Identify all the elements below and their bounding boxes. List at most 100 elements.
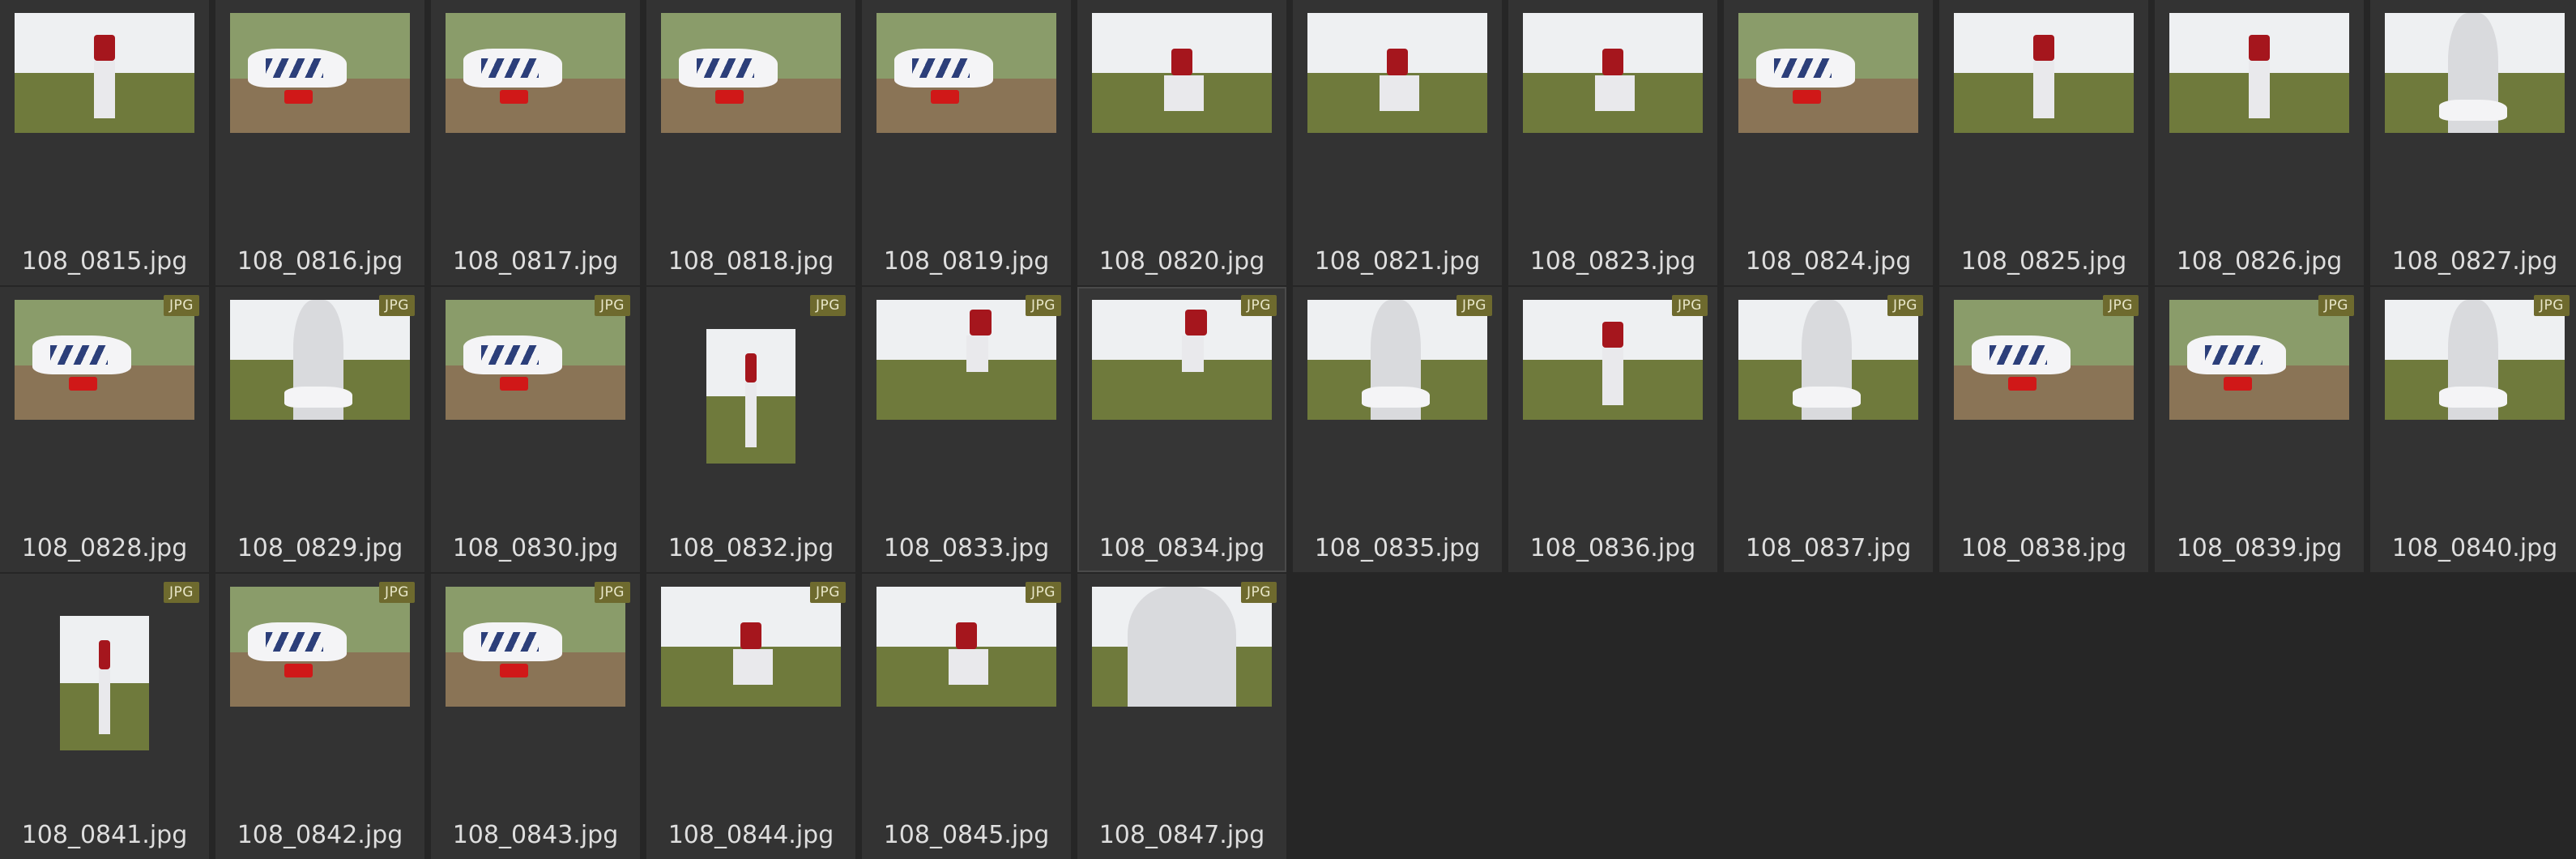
thumbnail-cell[interactable]: JPG 108_0829.jpg xyxy=(215,287,424,572)
thumbnail-cell[interactable]: JPG 108_0837.jpg xyxy=(1724,287,1933,572)
thumbnail-cell[interactable]: 108_0817.jpg xyxy=(431,0,640,285)
toy-car xyxy=(714,89,744,105)
thumbnail-image xyxy=(876,587,1056,707)
thumbnail-cell[interactable]: JPG 108_0842.jpg xyxy=(215,574,424,859)
file-type-badge: JPG xyxy=(1026,295,1061,316)
person-shirt xyxy=(93,34,116,62)
file-name-label: 108_0844.jpg xyxy=(667,821,834,849)
thumbnail-image xyxy=(15,13,194,133)
file-name-label: 108_0820.jpg xyxy=(1098,247,1265,276)
thumbnail-cell[interactable]: JPG 108_0844.jpg xyxy=(646,574,855,859)
person-pants xyxy=(99,669,110,735)
thumbnail-image xyxy=(446,587,625,707)
thumbnail-cell[interactable]: 108_0820.jpg xyxy=(1077,0,1286,285)
toy-car xyxy=(284,663,313,678)
thumbnail-cell[interactable]: JPG 108_0830.jpg xyxy=(431,287,640,572)
sneaker-stripes xyxy=(2205,345,2263,365)
toy-car xyxy=(2223,376,2253,391)
sneaker-stripes xyxy=(912,58,970,78)
thumbnail-cell[interactable]: 108_0823.jpg xyxy=(1508,0,1717,285)
person-pants xyxy=(1379,75,1419,112)
thumbnail-image xyxy=(230,300,410,420)
thumbnail-cell[interactable]: 108_0824.jpg xyxy=(1724,0,1933,285)
thumbnail-cell[interactable]: JPG 108_0833.jpg xyxy=(862,287,1071,572)
thumbnail-cell[interactable]: 108_0818.jpg xyxy=(646,0,855,285)
file-name-label: 108_0818.jpg xyxy=(667,247,834,276)
thumbnail-image xyxy=(2169,300,2349,420)
file-type-badge: JPG xyxy=(164,582,199,603)
file-name-label: 108_0833.jpg xyxy=(883,534,1050,562)
thumbnail-cell[interactable]: 108_0815.jpg xyxy=(0,0,209,285)
person-pants xyxy=(1128,587,1236,707)
thumbnail-image xyxy=(60,616,149,750)
file-type-badge: JPG xyxy=(379,295,415,316)
file-name-label: 108_0826.jpg xyxy=(2176,247,2343,276)
file-name-label: 108_0816.jpg xyxy=(237,247,403,276)
person-shirt xyxy=(99,639,110,670)
thumbnail-image xyxy=(1954,13,2134,133)
thumbnail-image xyxy=(1092,587,1272,707)
thumbnail-cell[interactable]: 108_0821.jpg xyxy=(1293,0,1502,285)
thumbnail-cell[interactable]: JPG 108_0836.jpg xyxy=(1508,287,1717,572)
person-shirt xyxy=(2248,34,2271,62)
file-type-badge: JPG xyxy=(595,582,630,603)
thumbnail-cell[interactable]: 108_0819.jpg xyxy=(862,0,1071,285)
person-pants xyxy=(732,648,773,686)
file-type-badge: JPG xyxy=(2534,295,2570,316)
thumbnail-image xyxy=(1954,300,2134,420)
person-shirt xyxy=(970,309,992,336)
person-pants xyxy=(1163,75,1204,112)
file-name-label: 108_0847.jpg xyxy=(1098,821,1265,849)
sneaker-stripes xyxy=(697,58,755,78)
person-shirt xyxy=(2032,34,2055,62)
thumbnail-cell[interactable]: JPG 108_0828.jpg xyxy=(0,287,209,572)
thumbnail-cell[interactable]: JPG 108_0834.jpg xyxy=(1077,287,1286,572)
thumbnail-image xyxy=(1307,300,1487,420)
file-name-label: 108_0839.jpg xyxy=(2176,534,2343,562)
sneaker-stripes xyxy=(50,345,109,365)
file-name-label: 108_0843.jpg xyxy=(452,821,619,849)
thumbnail-cell[interactable]: JPG 108_0847.jpg xyxy=(1077,574,1286,859)
file-name-label: 108_0829.jpg xyxy=(237,534,403,562)
thumbnail-cell[interactable]: JPG 108_0839.jpg xyxy=(2155,287,2364,572)
thumbnail-cell[interactable]: JPG 108_0843.jpg xyxy=(431,574,640,859)
file-name-label: 108_0837.jpg xyxy=(1745,534,1912,562)
toy-car xyxy=(930,89,960,105)
thumbnail-cell[interactable]: JPG 108_0845.jpg xyxy=(862,574,1071,859)
person-shirt xyxy=(740,622,762,649)
thumbnail-cell[interactable]: JPG 108_0835.jpg xyxy=(1293,287,1502,572)
file-type-badge: JPG xyxy=(1241,295,1277,316)
person-shirt xyxy=(1171,49,1193,75)
thumbnail-image xyxy=(230,13,410,133)
thumbnail-image xyxy=(1523,300,1703,420)
thumbnail-image xyxy=(661,587,841,707)
sneaker-stripes xyxy=(481,632,540,652)
thumbnail-cell[interactable]: 108_0827.jpg xyxy=(2370,0,2576,285)
thumbnail-image xyxy=(1092,300,1272,420)
thumbnail-cell[interactable]: JPG 108_0841.jpg xyxy=(0,574,209,859)
file-type-badge: JPG xyxy=(2318,295,2354,316)
person-shirt xyxy=(1601,321,1624,348)
thumbnail-cell[interactable]: 108_0826.jpg xyxy=(2155,0,2364,285)
thumbnail-cell[interactable]: 108_0816.jpg xyxy=(215,0,424,285)
thumbnail-cell[interactable]: JPG 108_0838.jpg xyxy=(1939,287,2148,572)
thumbnail-cell[interactable]: JPG 108_0840.jpg xyxy=(2370,287,2576,572)
person-shirt xyxy=(1185,309,1208,336)
file-name-label: 108_0819.jpg xyxy=(883,247,1050,276)
file-name-label: 108_0828.jpg xyxy=(21,534,188,562)
thumbnail-cell[interactable]: JPG 108_0832.jpg xyxy=(646,287,855,572)
file-type-badge: JPG xyxy=(1456,295,1492,316)
thumbnail-image xyxy=(706,329,795,464)
toy-car xyxy=(284,89,313,105)
file-type-badge: JPG xyxy=(1026,582,1061,603)
file-name-label: 108_0845.jpg xyxy=(883,821,1050,849)
file-type-badge: JPG xyxy=(379,582,415,603)
sneaker-stripes xyxy=(481,58,540,78)
thumbnail-cell[interactable]: 108_0825.jpg xyxy=(1939,0,2148,285)
toy-car xyxy=(499,663,529,678)
file-type-badge: JPG xyxy=(810,582,846,603)
sneaker-stripes xyxy=(1990,345,2048,365)
file-type-badge: JPG xyxy=(2103,295,2139,316)
file-name-label: 108_0841.jpg xyxy=(21,821,188,849)
person-pants xyxy=(2248,61,2271,119)
